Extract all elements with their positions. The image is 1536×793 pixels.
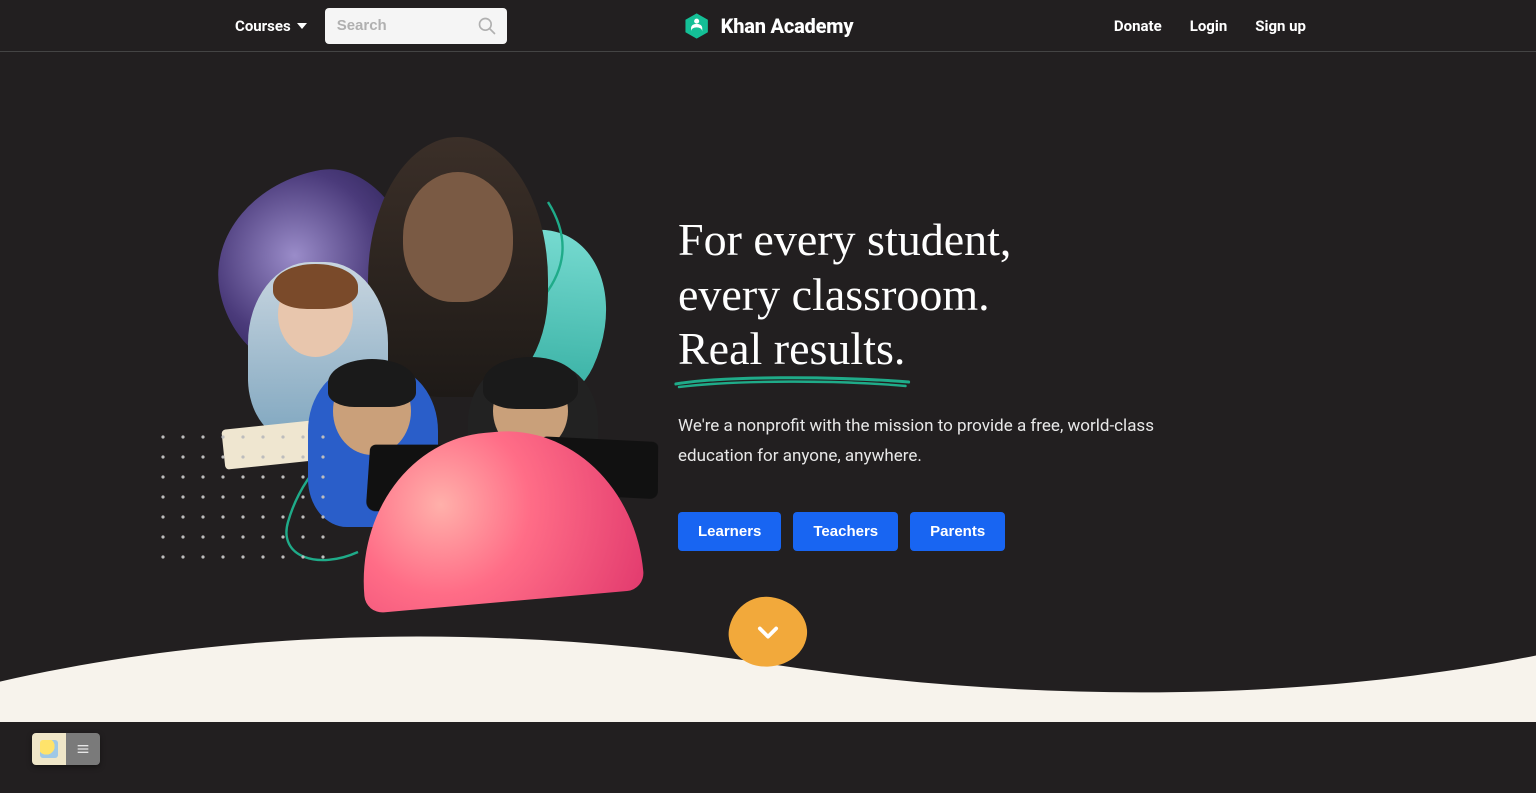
courses-label: Courses	[235, 17, 291, 35]
chevron-down-icon	[297, 21, 307, 31]
hero-section: For every student, every classroom. Real…	[0, 52, 1536, 722]
header-nav: Donate Login Sign up	[1114, 17, 1306, 35]
brand-name: Khan Academy	[721, 14, 854, 38]
brand-logo[interactable]: Khan Academy	[683, 12, 854, 40]
scroll-down-button[interactable]	[729, 597, 807, 667]
menu-toggle-button[interactable]	[66, 733, 100, 765]
courses-dropdown[interactable]: Courses	[235, 17, 307, 35]
hero-subhead: We're a nonprofit with the mission to pr…	[678, 412, 1178, 472]
chevron-down-icon	[754, 618, 782, 646]
search-box[interactable]	[325, 8, 507, 44]
search-icon	[477, 16, 497, 36]
learners-button[interactable]: Learners	[678, 512, 781, 551]
collage-dot-grid	[158, 432, 338, 562]
teachers-button[interactable]: Teachers	[793, 512, 898, 551]
headline-emphasis: Real results.	[678, 323, 905, 374]
headline-line-1: For every student,	[678, 214, 1011, 265]
underline-scribble-icon	[674, 374, 911, 390]
signup-link[interactable]: Sign up	[1255, 17, 1306, 35]
donate-link[interactable]: Donate	[1114, 17, 1162, 35]
hero-collage	[168, 132, 638, 602]
cta-row: Learners Teachers Parents	[678, 512, 1368, 551]
logo-icon	[683, 12, 711, 40]
theme-toggle-button[interactable]	[32, 733, 66, 765]
hero-headline: For every student, every classroom. Real…	[678, 213, 1368, 376]
login-link[interactable]: Login	[1190, 17, 1228, 35]
floating-controls	[32, 733, 100, 765]
menu-icon	[75, 741, 91, 757]
site-header: Courses Khan Academy	[0, 0, 1536, 52]
parents-button[interactable]: Parents	[910, 512, 1005, 551]
headline-line-2: every classroom.	[678, 269, 990, 320]
